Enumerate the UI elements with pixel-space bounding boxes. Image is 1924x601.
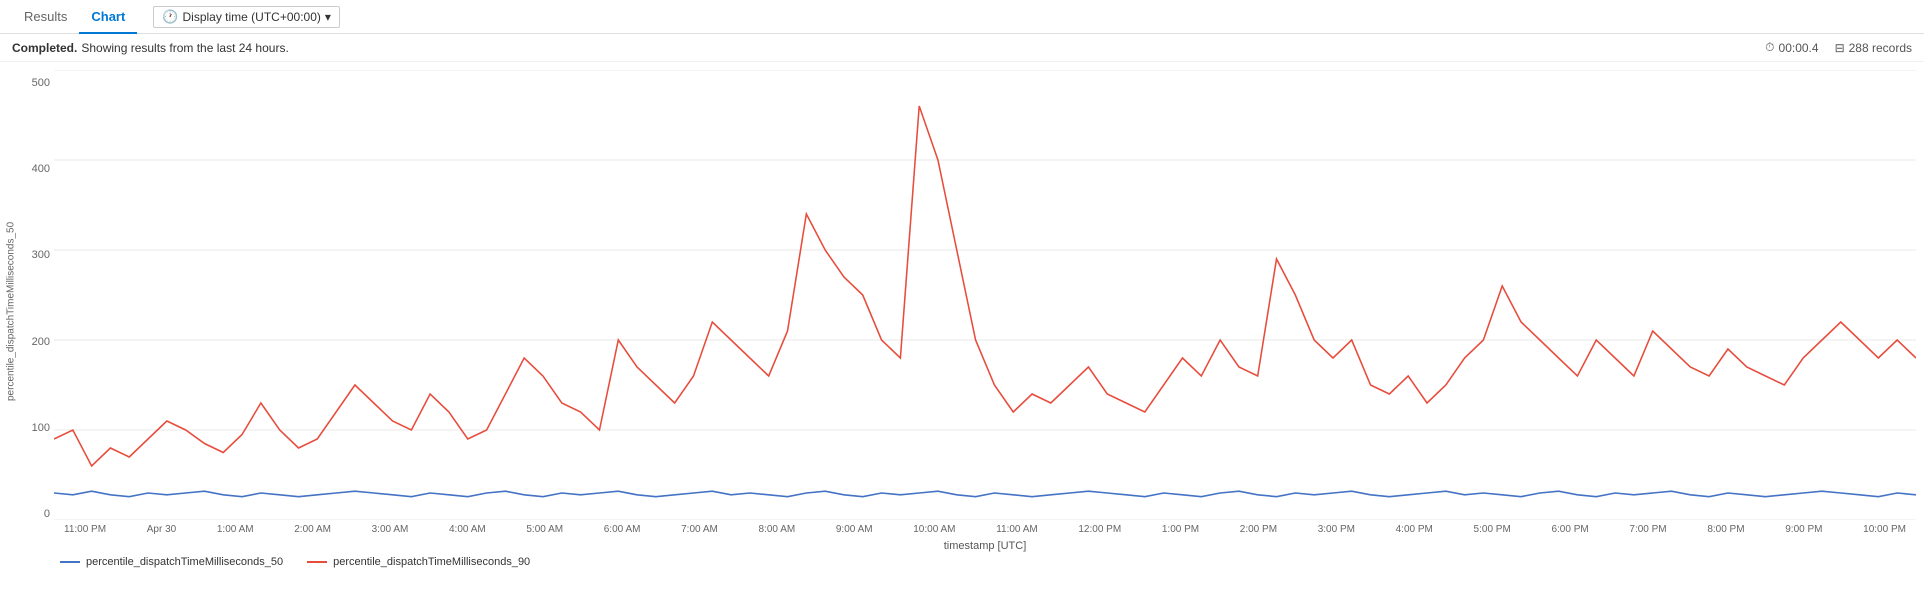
x-tick-label: 9:00 AM bbox=[836, 524, 873, 535]
timer-icon: ⏱ bbox=[1765, 40, 1774, 55]
table-icon: ⊟ bbox=[1835, 41, 1845, 55]
legend-line-p90 bbox=[307, 561, 327, 563]
x-tick-label: Apr 30 bbox=[147, 524, 176, 535]
status-time: ⏱ 00:00.4 bbox=[1765, 40, 1818, 55]
x-axis-title: timestamp [UTC] bbox=[944, 540, 1027, 552]
chart-area: percentile_dispatchTimeMilliseconds_50 5… bbox=[0, 62, 1924, 552]
tab-results[interactable]: Results bbox=[12, 0, 79, 34]
x-tick-label: 7:00 PM bbox=[1629, 524, 1666, 535]
x-tick-label: 1:00 AM bbox=[217, 524, 254, 535]
x-tick-label: 9:00 PM bbox=[1785, 524, 1822, 535]
x-tick-label: 12:00 PM bbox=[1078, 524, 1121, 535]
x-tick-label: 4:00 AM bbox=[449, 524, 486, 535]
legend-label-p90: percentile_dispatchTimeMilliseconds_90 bbox=[333, 556, 530, 568]
x-tick-label: 8:00 AM bbox=[759, 524, 796, 535]
x-tick-label: 3:00 PM bbox=[1318, 524, 1355, 535]
legend-line-p50 bbox=[60, 561, 80, 563]
chart-container: 11:00 PM Apr 30 1:00 AM 2:00 AM 3:00 AM 4:00 … bbox=[54, 70, 1916, 552]
y-axis: 500 400 300 200 100 0 bbox=[18, 70, 54, 552]
legend-item-p90: percentile_dispatchTimeMilliseconds_90 bbox=[307, 556, 530, 568]
x-axis: 11:00 PM Apr 30 1:00 AM 2:00 AM 3:00 AM 4:00 … bbox=[54, 520, 1916, 552]
x-tick-label: 5:00 AM bbox=[526, 524, 563, 535]
legend-item-p50: percentile_dispatchTimeMilliseconds_50 bbox=[60, 556, 283, 568]
status-left: Completed. Showing results from the last… bbox=[12, 41, 289, 55]
y-axis-label: percentile_dispatchTimeMilliseconds_50 bbox=[4, 70, 18, 552]
x-tick-label: 8:00 PM bbox=[1707, 524, 1744, 535]
status-bar: Completed. Showing results from the last… bbox=[0, 34, 1924, 62]
chevron-down-icon: ▾ bbox=[325, 10, 331, 24]
x-tick-label: 2:00 PM bbox=[1240, 524, 1277, 535]
x-tick-label: 3:00 AM bbox=[372, 524, 409, 535]
legend: percentile_dispatchTimeMilliseconds_50 p… bbox=[0, 552, 1924, 576]
legend-label-p50: percentile_dispatchTimeMilliseconds_50 bbox=[86, 556, 283, 568]
x-tick-label: 2:00 AM bbox=[294, 524, 331, 535]
status-right: ⏱ 00:00.4 ⊟ 288 records bbox=[1765, 40, 1912, 55]
x-tick-label: 4:00 PM bbox=[1396, 524, 1433, 535]
tab-chart[interactable]: Chart bbox=[79, 0, 137, 34]
x-tick-label: 6:00 AM bbox=[604, 524, 641, 535]
status-message: Showing results from the last 24 hours. bbox=[81, 41, 288, 55]
display-time-button[interactable]: 🕐 Display time (UTC+00:00) ▾ bbox=[153, 6, 340, 28]
top-bar: Results Chart 🕐 Display time (UTC+00:00)… bbox=[0, 0, 1924, 34]
status-completed: Completed. bbox=[12, 41, 77, 55]
clock-icon: 🕐 bbox=[162, 9, 178, 25]
x-tick-label: 10:00 AM bbox=[913, 524, 955, 535]
status-records: ⊟ 288 records bbox=[1835, 41, 1912, 55]
x-tick-label: 11:00 PM bbox=[64, 524, 106, 535]
x-tick-label: 1:00 PM bbox=[1162, 524, 1199, 535]
x-tick-label: 6:00 PM bbox=[1551, 524, 1588, 535]
x-tick-label: 11:00 AM bbox=[996, 524, 1038, 535]
x-tick-label: 5:00 PM bbox=[1474, 524, 1511, 535]
x-axis-labels: 11:00 PM Apr 30 1:00 AM 2:00 AM 3:00 AM 4:00 … bbox=[54, 524, 1916, 535]
x-tick-label: 10:00 PM bbox=[1863, 524, 1906, 535]
chart-svg bbox=[54, 70, 1916, 520]
x-tick-label: 7:00 AM bbox=[681, 524, 718, 535]
